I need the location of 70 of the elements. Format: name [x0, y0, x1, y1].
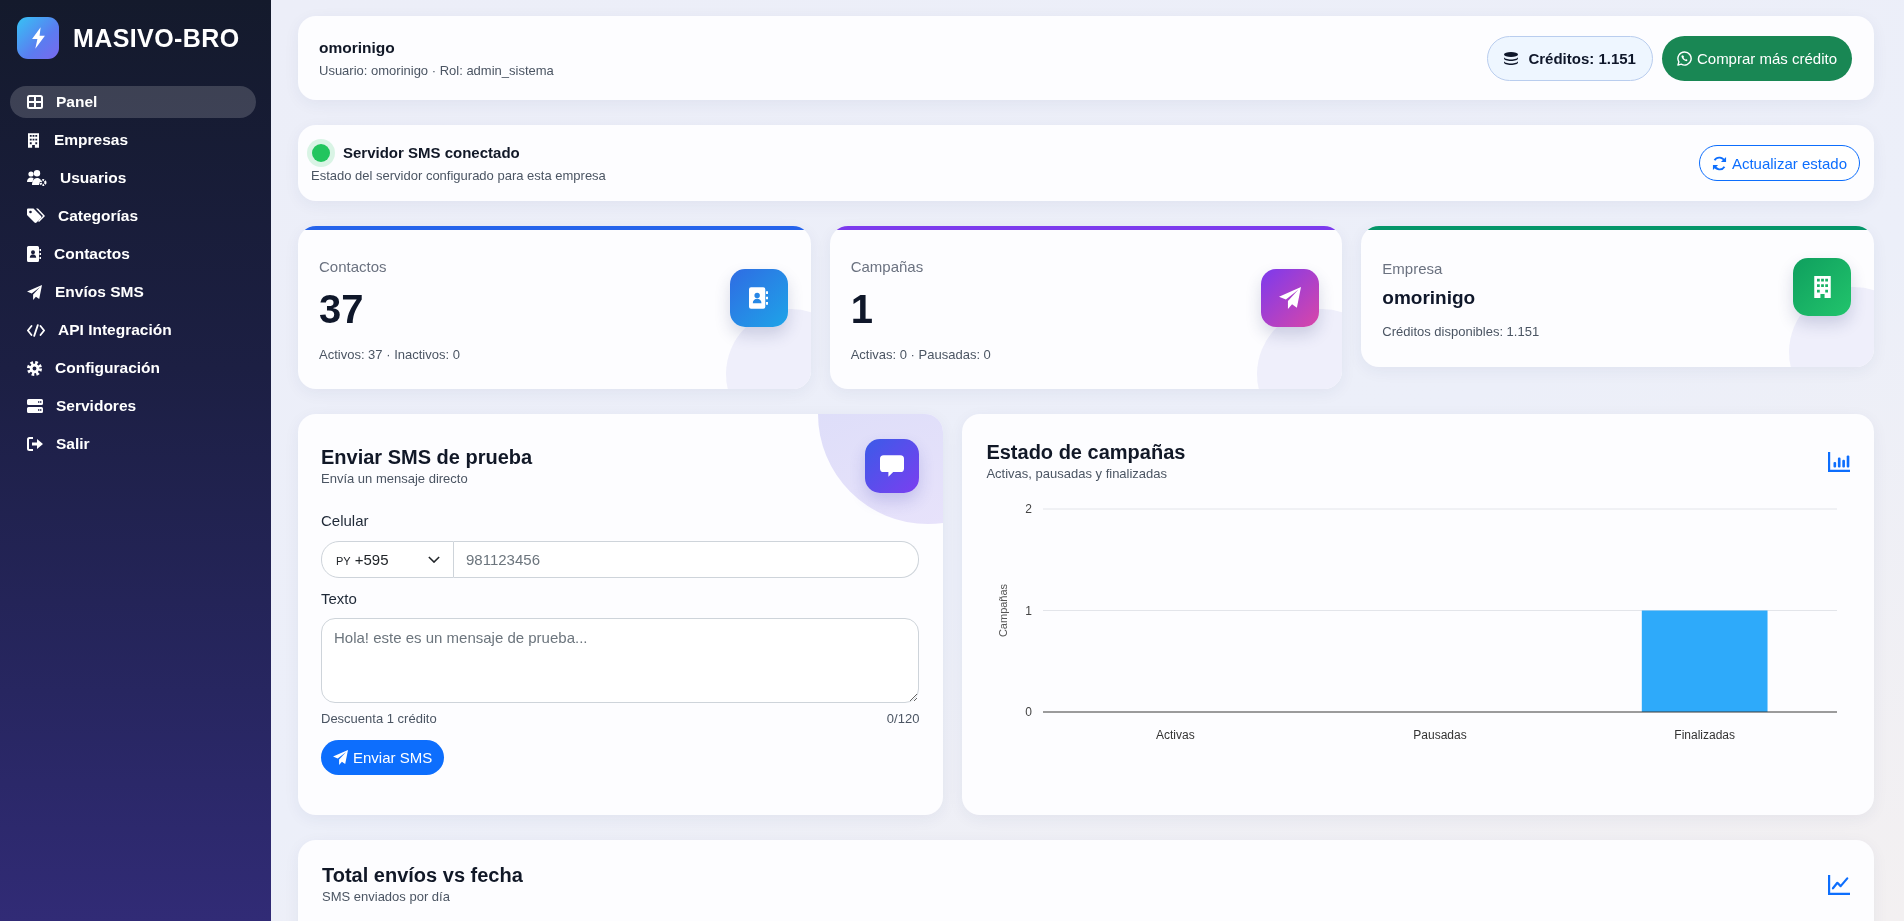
server-icon — [27, 399, 43, 413]
sidebar-item[interactable]: Categorías — [10, 200, 256, 232]
card-title: Estado de campañas — [986, 440, 1186, 464]
refresh-status-button[interactable]: Actualizar estado — [1698, 145, 1860, 181]
paper-plane-icon — [1261, 269, 1320, 327]
stat-detail: Activos: 37 · Inactivos: 0 — [319, 347, 460, 363]
stat-value: 1 — [850, 287, 874, 331]
building-icon — [1793, 258, 1851, 316]
category-label: Activas — [1156, 728, 1196, 742]
sidebar-item[interactable]: Panel — [10, 86, 256, 118]
card-title: Enviar SMS de prueba — [321, 445, 533, 469]
coins-icon — [1504, 51, 1519, 65]
tag-icon — [27, 208, 45, 224]
user-role: Usuario: omorinigo · Rol: admin_sistema — [319, 62, 554, 78]
stat-label: Contactos — [319, 258, 388, 276]
bar-chart-icon — [1828, 452, 1850, 472]
paper-plane-icon — [333, 750, 348, 765]
credits-balance: Créditos: 1.151 — [1528, 49, 1636, 67]
contact-card-icon — [27, 246, 41, 262]
brand-name: MASIVO-BRO — [73, 23, 240, 53]
stat-label: Campañas — [850, 258, 925, 276]
character-counter: 0/120 — [886, 711, 920, 727]
chevron-down-icon — [428, 556, 440, 563]
contact-card-icon — [729, 269, 788, 327]
buy-credits-button[interactable]: Comprar más crédito — [1661, 35, 1852, 81]
user-name: omorinigo — [319, 38, 396, 57]
sidebar-item[interactable]: Servidores — [10, 390, 256, 422]
stat-value: 37 — [319, 287, 365, 331]
field-label: Texto — [321, 590, 357, 608]
sidebar-item[interactable]: Envíos SMS — [10, 276, 256, 308]
chat-bubble-icon — [865, 439, 920, 493]
card-subtitle: SMS enviados por día — [322, 889, 451, 905]
code-icon — [27, 323, 45, 337]
sidebar-item[interactable]: Configuración — [10, 352, 256, 384]
stat-label: Empresa — [1382, 259, 1444, 278]
axis-tick-label: 1 — [1025, 603, 1033, 618]
country-code-select[interactable]: PY +595 — [321, 541, 454, 578]
settings-icon — [27, 360, 42, 376]
grid-icon — [27, 95, 43, 109]
category-label: Finalizadas — [1674, 728, 1736, 742]
axis-title: Campañas — [997, 583, 1010, 638]
refresh-icon — [1711, 155, 1727, 171]
users-icon — [27, 170, 47, 186]
axis-tick-label: 0 — [1025, 705, 1033, 719]
category-label: Pausadas — [1413, 728, 1468, 742]
server-status-title: Servidor SMS conectado — [343, 144, 520, 161]
phone-input[interactable]: 981123456 — [454, 541, 920, 578]
line-chart-icon — [1828, 875, 1850, 895]
send-sms-button[interactable]: Enviar SMS — [321, 740, 445, 775]
sidebar-item[interactable]: Empresas — [10, 124, 256, 156]
sidebar-item[interactable]: Contactos — [10, 238, 256, 270]
axis-tick-label: 2 — [1025, 502, 1033, 516]
stat-detail: Activas: 0 · Pausadas: 0 — [850, 347, 991, 363]
message-text-area[interactable]: Hola! este es un mensaje de prueba... — [321, 618, 920, 703]
server-status-description: Estado del servidor configurado para esta empresa — [311, 167, 606, 183]
stat-detail: Créditos disponibles: 1.151 — [1382, 323, 1540, 340]
stat-value: omorinigo — [1382, 285, 1477, 310]
lightning-bolt-icon — [17, 17, 59, 59]
card-subtitle: Activas, pausadas y finalizadas — [986, 466, 1169, 482]
card-title: Total envíos vs fecha — [322, 863, 523, 887]
logout-icon — [27, 437, 43, 451]
phone-chat-icon — [1676, 50, 1692, 66]
sidebar-item[interactable]: Usuarios — [10, 162, 256, 194]
sidebar-item[interactable]: API Integración — [10, 314, 256, 346]
sidebar-item[interactable]: Salir — [10, 428, 256, 460]
card-subtitle: Envía un mensaje directo — [321, 471, 469, 487]
credit-cost-note: Descuenta 1 crédito — [321, 711, 437, 727]
field-label: Celular — [321, 512, 369, 530]
building-icon — [28, 132, 39, 148]
paper-plane-icon — [27, 284, 42, 300]
